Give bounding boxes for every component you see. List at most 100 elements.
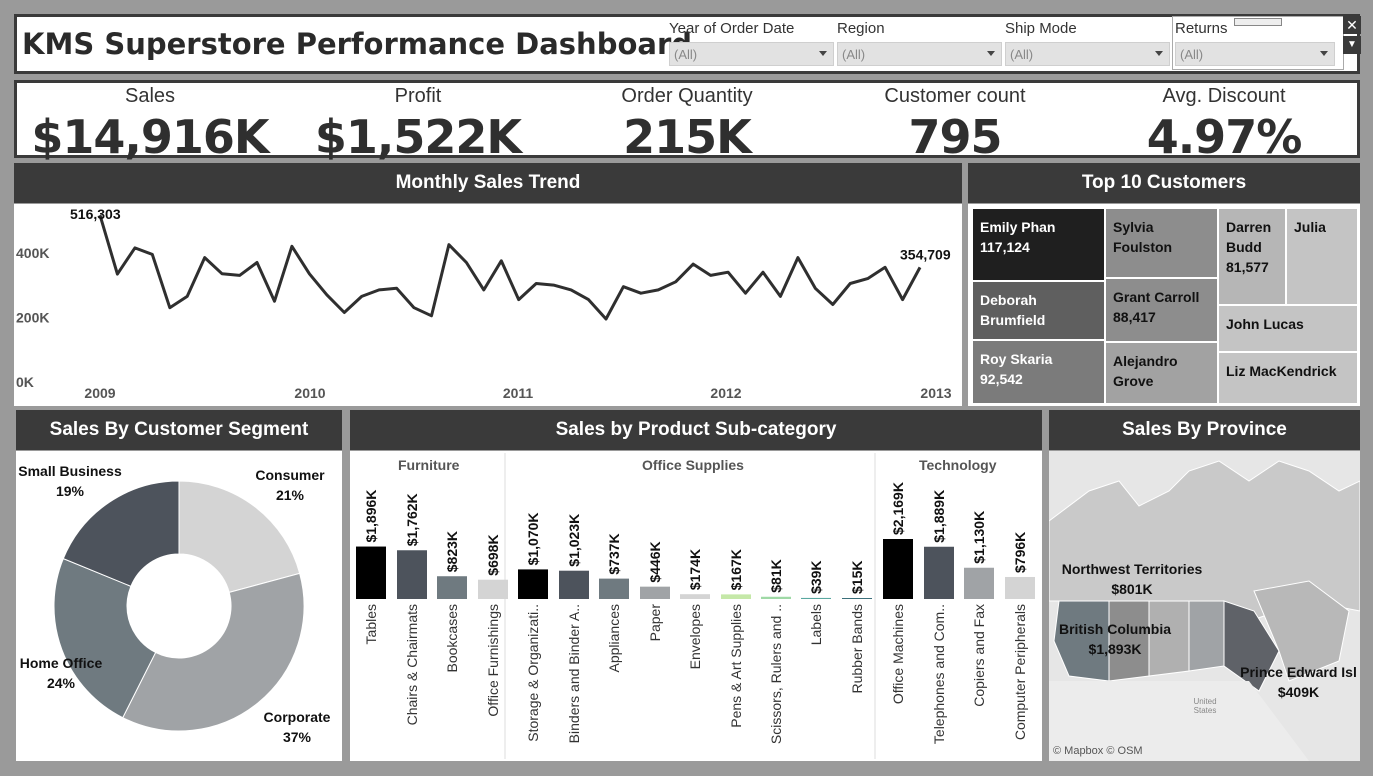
map-attribution[interactable]: © Mapbox © OSM — [1053, 745, 1143, 757]
filter-returns-select[interactable]: (All) — [1175, 42, 1335, 66]
subcat-value-label: $15K — [849, 561, 865, 594]
trend-y-tick: 400K — [16, 245, 49, 261]
drag-handle[interactable] — [1234, 18, 1282, 26]
customer-tile[interactable]: Emily Phan 117,124 — [972, 208, 1105, 281]
kpi-sales-value: $14,916K — [31, 110, 269, 164]
customer-tile[interactable]: Julia — [1286, 208, 1358, 305]
subcat-bar-chart: $1,896K Tables $1,762K Chairs & Chairmats $8… — [356, 453, 1035, 759]
kpi-order-quantity: Order Quantity 215K — [537, 85, 837, 164]
subcat-bar[interactable] — [559, 570, 589, 599]
subcat-bar[interactable] — [640, 586, 670, 599]
province-label-northwest-territories: Northwest Territories $801K — [1051, 559, 1213, 599]
customer-name: Roy Skaria — [980, 351, 1053, 367]
province-label-prince-edward-island: Prince Edward Isl $409K — [1237, 662, 1360, 702]
segment-header: Sales By Customer Segment — [16, 410, 342, 450]
segment-panel: Small Business 19% Consumer 21% Home Off… — [16, 451, 342, 761]
province-label-value: $801K — [1111, 581, 1153, 597]
filter-ship-mode: Ship Mode (All) — [1005, 20, 1170, 66]
segment-label-name: Home Office — [19, 655, 103, 671]
subcat-category-label: Labels — [808, 604, 824, 645]
filter-region-label: Region — [837, 20, 885, 37]
subcat-bar[interactable] — [883, 539, 913, 599]
subcat-bar[interactable] — [518, 569, 548, 599]
menu-caret-icon[interactable]: ▼ — [1343, 36, 1361, 54]
province-label-value: $1,893K — [1088, 641, 1142, 657]
kpi-profit: Profit $1,522K — [268, 85, 568, 164]
trend-y-tick: 200K — [16, 309, 49, 325]
subcat-bar[interactable] — [680, 594, 710, 599]
province-label-name: Northwest Territories — [1061, 561, 1203, 577]
trend-last-label: 354,709 — [900, 246, 951, 262]
segment-label-name: Corporate — [263, 709, 331, 725]
filter-region-select[interactable]: (All) — [837, 42, 1002, 66]
subcat-bar[interactable] — [437, 576, 467, 599]
trend-header: Monthly Sales Trend — [14, 163, 962, 203]
map-manitoba — [1188, 600, 1225, 672]
subcat-bar[interactable] — [761, 596, 791, 599]
subcat-value-label: $1,762K — [404, 493, 420, 546]
customer-tile[interactable]: Darren Budd 81,577 — [1218, 208, 1286, 305]
subcat-value-label: $1,889K — [931, 490, 947, 543]
customer-name: Julia — [1294, 219, 1326, 235]
customer-tile[interactable]: John Lucas — [1218, 305, 1358, 352]
trend-x-tick: 2011 — [503, 385, 534, 401]
kpi-avg-discount: Avg. Discount 4.97% — [1074, 85, 1373, 164]
trend-x-tick: 2012 — [710, 385, 741, 401]
province-label-british-columbia: British Columbia $1,893K — [1055, 619, 1175, 659]
subcat-category-label: Bookcases — [444, 604, 460, 672]
customer-tile[interactable]: Grant Carroll 88,417 — [1105, 278, 1218, 342]
customer-tile[interactable]: Deborah Brumfield — [972, 281, 1105, 340]
subcat-value-label: $446K — [647, 541, 663, 582]
province-label-name: British Columbia — [1058, 621, 1171, 637]
subcat-value-label: $823K — [444, 531, 460, 572]
subcat-bar[interactable] — [356, 546, 386, 599]
customer-value: 88,417 — [1113, 309, 1156, 325]
filter-year-value: (All) — [674, 47, 698, 62]
trend-chart: 400K200K0K 2009 2010 2011 2012 2013 516,303 … — [16, 206, 952, 401]
subcat-bar[interactable] — [801, 597, 831, 599]
province-label-value: $409K — [1277, 684, 1320, 700]
subcat-category-label: Telephones and Com.. — [931, 604, 947, 744]
subcat-bar[interactable] — [599, 578, 629, 599]
subcat-bar[interactable] — [964, 567, 994, 599]
customer-name: John Lucas — [1226, 316, 1304, 332]
customer-tile[interactable]: Liz MacKendrick — [1218, 352, 1358, 404]
customer-tile[interactable]: Alejandro Grove — [1105, 342, 1218, 404]
subcat-bar[interactable] — [721, 594, 751, 599]
filter-year: Year of Order Date (All) — [669, 20, 834, 66]
dashboard-title: KMS Superstore Performance Dashboard — [22, 27, 693, 61]
us-map-label: United States — [1193, 697, 1217, 715]
filter-region: Region (All) — [837, 20, 1002, 66]
trend-x-tick: 2009 — [84, 385, 115, 401]
customers-panel: Emily Phan 117,124 Sylvia Foulston Darren B… — [968, 204, 1360, 406]
province-map[interactable]: Northwest Territories $801K British Colu… — [1049, 451, 1360, 761]
chevron-down-icon — [819, 51, 827, 56]
customer-name: Sylvia Foulston — [1113, 219, 1173, 255]
customers-header: Top 10 Customers — [968, 163, 1360, 203]
customer-name: Emily Phan — [980, 219, 1056, 235]
filter-ship-mode-select[interactable]: (All) — [1005, 42, 1170, 66]
close-icon[interactable]: ✕ — [1343, 16, 1361, 34]
trend-series-line — [98, 214, 922, 321]
kpi-avg-discount-value: 4.97% — [1146, 110, 1303, 164]
subcat-bar[interactable] — [397, 550, 427, 599]
trend-first-label: 516,303 — [70, 206, 121, 222]
province-label-name: Prince Edward Isl — [1240, 664, 1357, 680]
trend-x-tick: 2010 — [294, 385, 325, 401]
kpi-sales: Sales $14,916K — [0, 85, 300, 164]
subcat-bar[interactable] — [842, 598, 872, 599]
subcat-bar[interactable] — [1005, 576, 1035, 599]
chevron-down-icon — [1155, 51, 1163, 56]
kpi-profit-label: Profit — [394, 85, 442, 107]
customer-tile[interactable]: Sylvia Foulston — [1105, 208, 1218, 278]
customer-tile[interactable]: Roy Skaria 92,542 — [972, 340, 1105, 404]
segment-label-home-office: Home Office 24% — [16, 653, 106, 693]
subcat-bar[interactable] — [478, 579, 508, 599]
segment-label-name: Small Business — [18, 463, 122, 479]
subcat-value-label: $796K — [1012, 532, 1028, 573]
subcat-category-label: Paper — [647, 604, 663, 642]
subcat-value-label: $167K — [728, 549, 744, 590]
subcat-bar[interactable] — [924, 546, 954, 599]
filter-year-select[interactable]: (All) — [669, 42, 834, 66]
segment-label-corporate: Corporate 37% — [252, 707, 342, 747]
